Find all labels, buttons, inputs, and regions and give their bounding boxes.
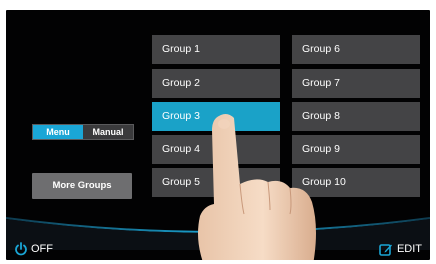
power-off-button[interactable]: OFF <box>14 241 53 257</box>
edit-icon <box>379 244 392 256</box>
edit-button[interactable]: EDIT <box>379 241 422 257</box>
group-button-6[interactable]: Group 6 <box>292 35 420 64</box>
mode-toggle: Menu Manual <box>32 124 134 140</box>
manual-mode-option[interactable]: Manual <box>83 125 133 139</box>
power-off-label: OFF <box>31 243 53 255</box>
power-icon <box>15 242 27 256</box>
edit-label: EDIT <box>396 243 422 255</box>
group-button-7[interactable]: Group 7 <box>292 69 420 98</box>
pointing-hand-image <box>198 114 316 260</box>
menu-mode-option[interactable]: Menu <box>33 125 83 139</box>
touch-panel-screen: Menu Manual More Groups Group 1 Group 2 … <box>6 10 430 260</box>
more-groups-button[interactable]: More Groups <box>32 173 132 199</box>
group-button-1[interactable]: Group 1 <box>152 35 280 64</box>
group-button-2[interactable]: Group 2 <box>152 69 280 98</box>
